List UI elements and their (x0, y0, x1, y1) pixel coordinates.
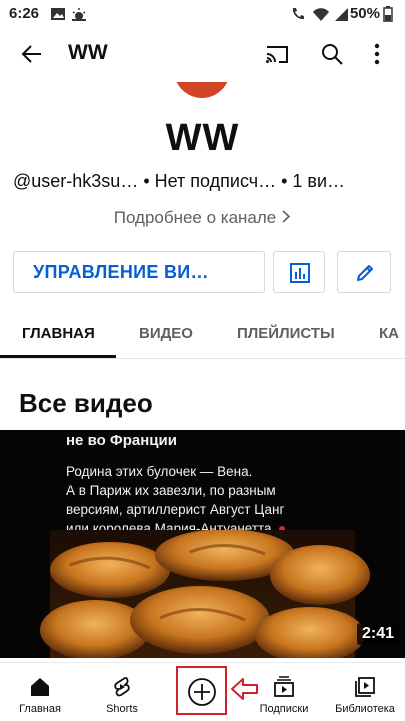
signal-icon (335, 8, 348, 21)
weather-icon (72, 8, 86, 21)
more-about-channel-link[interactable]: Подробнее о канале (0, 208, 405, 228)
cast-icon[interactable] (265, 43, 289, 65)
more-options-icon[interactable] (374, 43, 380, 65)
status-bar: 6:26 50% (0, 0, 405, 28)
status-time: 6:26 (9, 5, 40, 22)
video-caption-line: версиям, артиллерист Август Цанг (66, 502, 285, 517)
nav-label: Главная (19, 703, 61, 715)
call-wifi-icon (292, 8, 304, 20)
edit-channel-button[interactable] (337, 251, 391, 293)
nav-label: Подписки (259, 703, 309, 715)
home-icon (31, 678, 49, 696)
red-arrow-annotation (231, 678, 258, 700)
video-thumbnail[interactable]: не во Франции Родина этих булочек — Вена… (0, 430, 405, 658)
section-title: Все видео (19, 388, 153, 418)
analytics-button[interactable] (273, 251, 325, 293)
chevron-right-icon (282, 208, 291, 228)
channel-tabs: ГЛАВНАЯ ВИДЕО ПЛЕЙЛИСТЫ КА (0, 310, 405, 359)
shorts-icon (114, 676, 130, 697)
more-about-channel-label: Подробнее о канале (113, 208, 277, 227)
wifi-icon (313, 8, 329, 21)
battery-icon (383, 6, 393, 22)
video-headline: не во Франции (66, 432, 177, 449)
search-icon[interactable] (320, 42, 344, 66)
nav-home[interactable]: Главная (0, 663, 80, 721)
subscriptions-icon (274, 676, 294, 697)
croissants-image (40, 530, 370, 658)
analytics-icon (290, 263, 310, 283)
avatar-mask (174, 60, 230, 82)
video-duration: 2:41 (356, 623, 399, 645)
manage-videos-button[interactable]: УПРАВЛЕНИЕ ВИ… (13, 251, 265, 293)
nav-label: Библиотека (335, 703, 395, 715)
nav-library[interactable]: Библиотека (325, 663, 405, 721)
channel-meta: @user-hk3su… • Нет подписч… • 1 ви… (13, 171, 346, 191)
create-button-highlight (176, 666, 227, 715)
tab-home[interactable]: ГЛАВНАЯ (22, 325, 95, 342)
pencil-icon (357, 265, 373, 281)
manage-videos-label: УПРАВЛЕНИЕ ВИ… (33, 262, 209, 282)
active-tab-indicator (0, 355, 116, 358)
battery-level: 50% (349, 5, 380, 22)
tab-videos[interactable]: ВИДЕО (139, 325, 193, 342)
tab-channels[interactable]: КА (379, 325, 399, 342)
back-arrow-icon[interactable] (20, 43, 42, 65)
video-caption-line: А в Париж их завезли, по разным (66, 483, 276, 498)
video-caption: Родина этих булочек — Вена. А в Париж их… (66, 462, 366, 538)
library-icon (355, 677, 375, 697)
nav-label: Shorts (106, 703, 138, 715)
tab-playlists[interactable]: ПЛЕЙЛИСТЫ (237, 325, 335, 342)
page-title: WW (68, 41, 108, 64)
gallery-icon (51, 8, 65, 20)
channel-name: WW (165, 117, 240, 159)
nav-shorts[interactable]: Shorts (82, 663, 162, 721)
video-caption-line: Родина этих булочек — Вена. (66, 464, 253, 479)
